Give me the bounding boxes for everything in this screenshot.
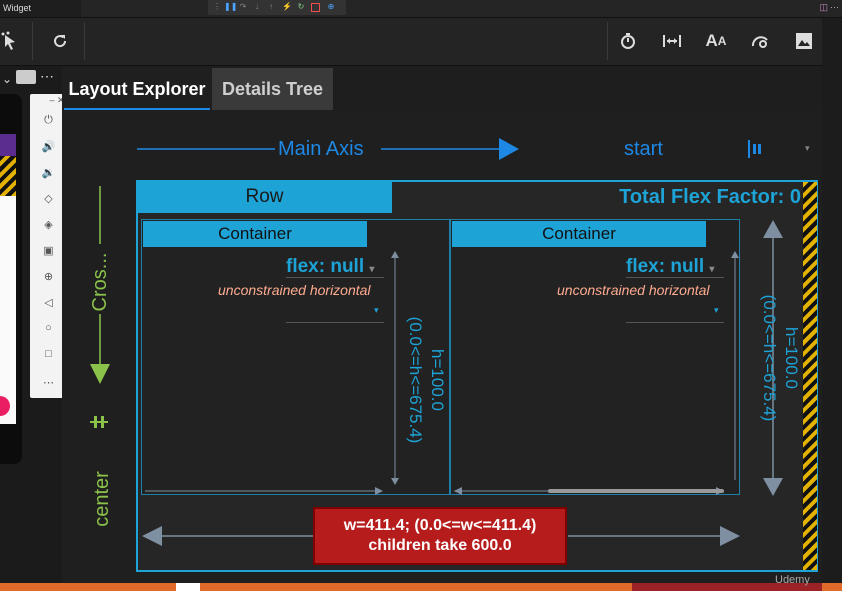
hot-reload-icon[interactable]: ⚡ xyxy=(282,2,292,12)
pause-icon[interactable]: ❚❚ xyxy=(224,2,237,12)
tab-widget-inspector[interactable]: Widget Inspector✕ xyxy=(0,0,81,30)
flex-dropdown[interactable]: flex: null ▾ xyxy=(286,256,374,278)
highlight-repaints-icon[interactable] xyxy=(744,24,776,58)
dropdown-arrow-icon: ▾ xyxy=(709,264,715,275)
cross-axis-alignment-value[interactable]: center xyxy=(90,469,114,529)
container-title: Container xyxy=(452,221,706,247)
refresh-tree-icon[interactable] xyxy=(44,24,76,58)
slow-animations-icon[interactable] xyxy=(612,24,644,58)
app-bar xyxy=(0,134,16,156)
show-guidelines-icon[interactable] xyxy=(656,24,688,58)
cross-axis-alignment-icon[interactable] xyxy=(88,411,110,433)
flex-underline xyxy=(626,277,724,278)
constraint-label: unconstrained horizontal xyxy=(557,282,710,298)
drag-handle-icon[interactable]: ⋮ xyxy=(212,2,222,12)
inspect-icon[interactable]: ⊕ xyxy=(326,2,336,12)
tab-layout-explorer[interactable]: Layout Explorer xyxy=(62,68,212,110)
chevron-down-icon[interactable]: ⌄ xyxy=(2,72,12,86)
main-axis-alignment-icon[interactable] xyxy=(744,138,766,160)
height-value: h=100.0 xyxy=(782,327,801,389)
editor-tab-bar: Widget Inspector✕ ⋮ ❚❚ ↷ ↓ ↑ ⚡ ↻ ⊕ ◫ ⋯ xyxy=(0,0,842,30)
cross-axis-label: Cros... xyxy=(89,252,111,312)
child-height-label: h=100.0 (0.0<=h<=675.4) xyxy=(404,300,448,460)
flex-value: flex: null xyxy=(286,256,365,277)
stop-icon[interactable] xyxy=(311,3,320,12)
dropdown-arrow-icon: ▾ xyxy=(369,264,375,275)
flex-value: flex: null xyxy=(626,256,705,277)
dropdown-arrow-icon[interactable]: ▾ xyxy=(714,305,719,316)
more-options-icon[interactable]: ⋯ xyxy=(40,68,54,85)
height-arrow xyxy=(731,251,739,480)
main-axis-alignment-value[interactable]: start xyxy=(624,138,663,161)
restart-icon[interactable]: ↻ xyxy=(296,2,306,12)
highlight-oversized-images-icon[interactable] xyxy=(788,24,820,58)
step-over-icon[interactable]: ↷ xyxy=(238,2,248,12)
row-title: Row xyxy=(137,181,392,213)
split-editor-icon[interactable]: ◫ xyxy=(819,2,828,13)
folder-icon xyxy=(16,70,36,84)
constraint-label: unconstrained horizontal xyxy=(218,282,371,298)
select-widget-mode-icon[interactable] xyxy=(0,24,26,58)
show-baselines-icon[interactable]: AA xyxy=(700,24,732,58)
row-size-overflow-label: w=411.4; (0.0<=w<=411.4) children take 6… xyxy=(313,507,567,565)
overflow-stripe xyxy=(0,156,16,196)
more-actions-icon[interactable]: ⋯ xyxy=(830,2,839,13)
debug-toolbar: ⋮ ❚❚ ↷ ↓ ↑ ⚡ ↻ ⊕ xyxy=(208,0,346,15)
width-arrow xyxy=(145,487,383,495)
fit-underline xyxy=(626,322,724,323)
overflow-indicator xyxy=(803,182,817,570)
step-out-icon[interactable]: ↑ xyxy=(266,2,276,12)
main-axis-label: Main Axis xyxy=(278,138,364,160)
taskbar-icon[interactable] xyxy=(176,583,200,591)
height-arrow xyxy=(391,251,399,485)
flex-dropdown[interactable]: flex: null ▾ xyxy=(626,256,714,278)
container-title: Container xyxy=(143,221,367,247)
inspector-toolbar: AA xyxy=(0,18,822,66)
height-constraint: (0.0<=h<=675.4) xyxy=(760,294,779,422)
flex-underline xyxy=(286,277,384,278)
height-value: h=100.0 xyxy=(428,349,447,411)
dropdown-arrow-icon[interactable]: ▾ xyxy=(805,143,810,154)
children-size: children take 600.0 xyxy=(368,537,512,554)
tab-details-tree[interactable]: Details Tree xyxy=(212,68,333,110)
width-value: w=411.4; (0.0<=w<=411.4) xyxy=(343,517,537,534)
toolbar-divider xyxy=(84,22,85,60)
watermark: Udemy xyxy=(775,574,810,586)
step-into-icon[interactable]: ↓ xyxy=(252,2,262,12)
total-flex-factor: Total Flex Factor: 0 xyxy=(619,186,801,208)
horizontal-scrollbar[interactable] xyxy=(548,489,724,493)
dropdown-arrow-icon[interactable]: ▾ xyxy=(374,305,379,316)
toolbar-divider xyxy=(32,22,33,60)
toolbar-divider xyxy=(607,22,608,60)
row-height-label: h=100.0 (0.0<=h<=675.4) xyxy=(758,278,802,438)
fit-underline xyxy=(286,322,384,323)
vertical-scrollbar[interactable] xyxy=(822,18,842,583)
height-constraint: (0.0<=h<=675.4) xyxy=(406,316,425,444)
